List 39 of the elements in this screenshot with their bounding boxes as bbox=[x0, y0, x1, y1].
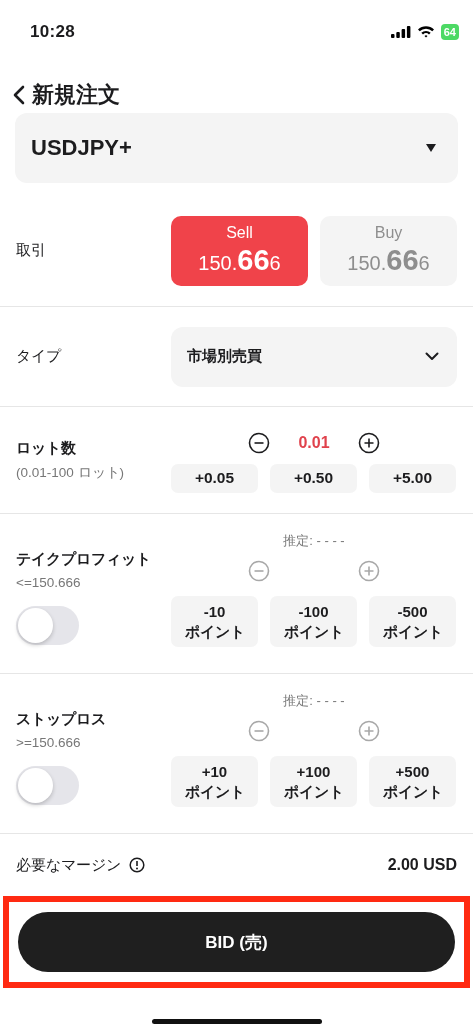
battery-level: 64 bbox=[440, 23, 459, 40]
increment-button[interactable]: +10 ポイント bbox=[171, 756, 258, 807]
margin-label: 必要なマージン bbox=[16, 855, 121, 875]
back-icon[interactable] bbox=[12, 85, 26, 105]
increment-button[interactable]: -10 ポイント bbox=[171, 596, 258, 647]
chevron-down-icon bbox=[425, 352, 439, 361]
estimate-text: 推定: - - - - bbox=[282, 692, 346, 710]
bid-button[interactable]: BID (売) bbox=[18, 912, 455, 972]
toggle-switch[interactable] bbox=[16, 606, 79, 645]
signal-icon bbox=[390, 25, 411, 38]
status-time: 10:28 bbox=[30, 21, 75, 42]
order-type-dropdown[interactable]: 市場別売買 bbox=[171, 326, 457, 387]
increment-button[interactable]: -100 ポイント bbox=[270, 596, 357, 647]
increment-button[interactable]: +100 ポイント bbox=[270, 756, 357, 807]
increment-button[interactable]: +5.00 bbox=[369, 463, 456, 493]
plus-circle-icon[interactable] bbox=[358, 431, 380, 454]
limit-text: <=150.666 bbox=[16, 575, 81, 590]
field-label: ストップロス bbox=[16, 710, 106, 729]
sell-button[interactable]: Sell 150.666 bbox=[171, 215, 308, 286]
increment-button[interactable]: +0.50 bbox=[270, 463, 357, 493]
field-label: テイクプロフィット bbox=[16, 550, 151, 569]
lot-value: 0.01 bbox=[297, 433, 331, 452]
increment-button[interactable]: +0.05 bbox=[171, 463, 258, 493]
symbol-dropdown[interactable]: USDJPY+ bbox=[15, 113, 458, 183]
field-label: ロット数 bbox=[16, 438, 76, 458]
dropdown-triangle-icon bbox=[426, 144, 436, 152]
limit-text: >=150.666 bbox=[16, 735, 81, 750]
range-text: (0.01-100 ロット) bbox=[16, 463, 125, 482]
info-icon[interactable] bbox=[129, 857, 145, 873]
field-label: 取引 bbox=[16, 241, 47, 260]
minus-circle-icon[interactable] bbox=[248, 431, 270, 454]
field-label: タイプ bbox=[16, 347, 63, 366]
margin-value: 2.00 USD bbox=[387, 856, 457, 874]
wifi-icon bbox=[416, 25, 435, 38]
increment-button[interactable]: +500 ポイント bbox=[369, 756, 456, 807]
increment-button[interactable]: -500 ポイント bbox=[369, 596, 456, 647]
page-title: 新規注文 bbox=[32, 81, 120, 109]
estimate-text: 推定: - - - - bbox=[282, 532, 346, 550]
toggle-switch[interactable] bbox=[16, 766, 79, 805]
